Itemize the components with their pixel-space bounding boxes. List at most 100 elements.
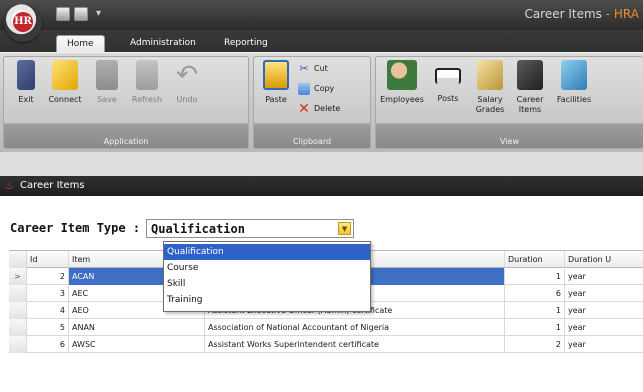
facilities-icon (561, 60, 587, 90)
salary-grades-button[interactable]: Salary Grades (470, 60, 510, 115)
undo-button[interactable]: ↶ Undo (168, 60, 206, 105)
column-header-id[interactable]: Id (27, 251, 69, 268)
employees-label: Employees (380, 95, 424, 104)
employees-icon (387, 60, 417, 90)
title-bar: HR ▾ Career Items - HRA (0, 0, 643, 42)
tab-administration[interactable]: Administration (120, 35, 206, 52)
document-title: Career Items (20, 180, 85, 191)
career-items-icon (517, 60, 543, 90)
ribbon-panel: Exit Connect Save Refresh ↶ Undo Applica… (0, 52, 643, 152)
cell-duration[interactable]: 2 (505, 336, 565, 353)
cell-item[interactable]: AWSC (69, 336, 205, 353)
delete-label: Delete (314, 104, 341, 113)
paste-clipboard-icon (263, 60, 289, 90)
facilities-button[interactable]: Facilities (552, 60, 596, 105)
cut-label: Cut (314, 64, 328, 73)
ribbon-tab-strip: Home Administration Reporting (0, 30, 643, 52)
career-item-type-value: Qualification (151, 221, 245, 236)
cell-id[interactable]: 4 (27, 302, 69, 319)
row-indicator (9, 319, 27, 336)
cell-duration-unit[interactable]: year (565, 285, 643, 302)
career-items-doc-icon: ♨ (4, 179, 14, 192)
exit-label: Exit (18, 95, 34, 104)
posts-sign-icon (435, 68, 461, 84)
cell-id[interactable]: 5 (27, 319, 69, 336)
refresh-label: Refresh (131, 95, 163, 104)
chevron-down-icon[interactable]: ▼ (338, 221, 352, 235)
undo-icon: ↶ (176, 60, 198, 90)
cell-duration-unit[interactable]: year (565, 336, 643, 353)
delete-button[interactable]: ✕ Delete (298, 101, 340, 117)
cell-description[interactable]: Association of National Accountant of Ni… (205, 319, 505, 336)
undo-label: Undo (176, 95, 198, 104)
cut-button[interactable]: ✂ Cut (298, 61, 328, 77)
table-row[interactable]: 6 AWSC Assistant Works Superintendent ce… (9, 336, 643, 353)
row-indicator (9, 336, 27, 353)
connect-button[interactable]: Connect (46, 60, 84, 105)
career-items-button[interactable]: Career Items (510, 60, 550, 115)
cell-duration-unit[interactable]: year (565, 302, 643, 319)
cell-id[interactable]: 6 (27, 336, 69, 353)
career-item-type-filter: Career Item Type : Qualification ▼ (10, 218, 355, 238)
ribbon-group-view: Employees Posts Salary Grades Career Ite… (375, 56, 643, 149)
salary-grades-label: Salary Grades (475, 95, 505, 114)
tab-reporting[interactable]: Reporting (214, 35, 278, 52)
group-title-clipboard: Clipboard (292, 137, 332, 146)
group-title-view: View (500, 137, 519, 146)
app-logo-icon: HR (13, 12, 33, 32)
career-item-type-label: Career Item Type : (10, 221, 141, 235)
row-indicator-header (9, 251, 27, 268)
quick-refresh-icon[interactable] (74, 7, 88, 21)
ribbon-group-application: Exit Connect Save Refresh ↶ Undo Applica… (3, 56, 249, 149)
facilities-label: Facilities (556, 95, 592, 104)
refresh-icon (136, 60, 158, 90)
employees-button[interactable]: Employees (378, 60, 426, 105)
career-item-type-select[interactable]: Qualification ▼ (146, 218, 355, 238)
cell-item[interactable]: ANAN (69, 319, 205, 336)
paste-label: Paste (265, 95, 287, 104)
salary-grades-icon (477, 60, 503, 90)
document-title-bar: ♨ Career Items (0, 176, 643, 196)
column-header-duration[interactable]: Duration (505, 251, 565, 268)
group-title-application: Application (103, 137, 149, 146)
tab-home[interactable]: Home (56, 35, 105, 52)
quick-save-icon[interactable] (56, 7, 70, 21)
save-button[interactable]: Save (88, 60, 126, 105)
cell-description[interactable]: Assistant Works Superintendent certifica… (205, 336, 505, 353)
cell-duration[interactable]: 6 (505, 285, 565, 302)
option-qualification[interactable]: Qualification (164, 244, 370, 260)
window-title-product: - HRA (605, 7, 639, 21)
column-header-duration-unit[interactable]: Duration U (565, 251, 643, 268)
cell-duration-unit[interactable]: year (565, 268, 643, 285)
quick-access-toolbar: ▾ (56, 7, 101, 21)
posts-button[interactable]: Posts (430, 60, 466, 104)
cell-duration[interactable]: 1 (505, 302, 565, 319)
connect-label: Connect (48, 95, 82, 104)
refresh-button[interactable]: Refresh (128, 60, 166, 105)
cell-id[interactable]: 3 (27, 285, 69, 302)
career-items-label: Career Items (516, 95, 544, 114)
cell-duration[interactable]: 1 (505, 319, 565, 336)
cell-id[interactable]: 2 (27, 268, 69, 285)
career-item-type-options: Qualification Course Skill Training (163, 241, 371, 312)
ribbon-group-clipboard: Paste ✂ Cut Copy ✕ Delete Clipboard (253, 56, 371, 149)
copy-button[interactable]: Copy (298, 81, 334, 97)
option-skill[interactable]: Skill (164, 276, 370, 292)
exit-button[interactable]: Exit (7, 60, 45, 105)
window-title-text: Career Items (524, 7, 606, 21)
save-label: Save (97, 95, 117, 104)
cell-duration-unit[interactable]: year (565, 319, 643, 336)
table-row[interactable]: 5 ANAN Association of National Accountan… (9, 319, 643, 336)
application-menu-button[interactable]: HR (4, 4, 42, 42)
option-training[interactable]: Training (164, 292, 370, 308)
workspace-separator (0, 152, 643, 176)
quick-access-customize-icon[interactable]: ▾ (92, 7, 101, 21)
paste-button[interactable]: Paste (257, 60, 295, 105)
option-course[interactable]: Course (164, 260, 370, 276)
cell-duration[interactable]: 1 (505, 268, 565, 285)
current-row-indicator-icon: > (9, 268, 27, 285)
posts-label: Posts (437, 94, 459, 103)
copy-icon (298, 82, 310, 95)
delete-x-icon: ✕ (298, 100, 310, 117)
window-title: Career Items - HRA (524, 7, 639, 21)
